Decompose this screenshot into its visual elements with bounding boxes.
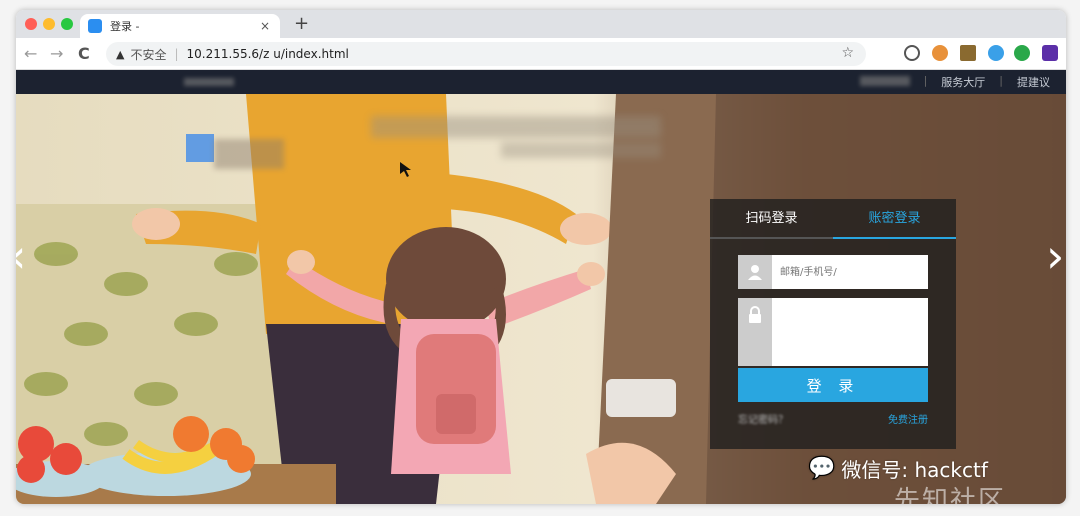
tab-close-button[interactable]: × (258, 19, 272, 33)
url-text: 10.211.55.6/z u/index.html (186, 47, 349, 61)
login-panel: 扫码登录 账密登录 登 录 忘记密码？ 免费注册 (710, 199, 956, 449)
xianzhi-logo: 先知社区 (894, 486, 1007, 504)
login-links: 忘记密码？ 免费注册 (738, 411, 928, 426)
lock-icon (738, 298, 772, 366)
username-input[interactable] (772, 255, 928, 289)
minimize-window-button[interactable] (43, 18, 55, 30)
watermark-text: 微信号: hackctf (841, 458, 988, 482)
tab-bar: 登录 - × + (16, 10, 1066, 38)
tab-qr-login[interactable]: 扫码登录 (710, 199, 833, 237)
login-button[interactable]: 登 录 (738, 368, 928, 402)
nav-divider: | (923, 74, 928, 87)
nav-link-service-hall[interactable]: 服务大厅 (941, 74, 985, 90)
bookmark-star-icon[interactable]: ☆ (841, 45, 854, 61)
next-slide-arrow[interactable]: › (1046, 229, 1064, 283)
tab-account-login[interactable]: 账密登录 (833, 199, 956, 239)
site-nav-links: | 服务大厅 | 提建议 (859, 74, 1050, 90)
register-link[interactable]: 免费注册 (888, 411, 928, 426)
cookie-extension-icon[interactable] (932, 45, 948, 61)
warning-triangle-icon: ▲ (116, 47, 125, 61)
nav-divider: | (999, 74, 1003, 87)
cloud-extension-icon[interactable] (988, 45, 1004, 61)
browser-toolbar: ← → C ▲ 不安全 | 10.211.55.6/z u/index.html… (16, 38, 1066, 70)
nav-link-redacted[interactable] (859, 76, 910, 86)
site-favicon-icon (88, 19, 102, 33)
omnibox-separator: | (174, 47, 179, 61)
username-field (738, 255, 928, 289)
user-icon (738, 255, 772, 289)
browser-tab[interactable]: 登录 - × (80, 14, 280, 38)
back-button[interactable]: ← (24, 44, 37, 63)
maximize-window-button[interactable] (61, 18, 73, 30)
password-field (738, 298, 928, 366)
login-tabs: 扫码登录 账密登录 (710, 199, 956, 239)
forward-button[interactable]: → (50, 44, 63, 63)
site-top-nav: | 服务大厅 | 提建议 (16, 70, 1066, 94)
reload-button[interactable]: C (78, 44, 90, 63)
password-input[interactable] (772, 298, 928, 366)
new-tab-button[interactable]: + (294, 13, 309, 34)
evernote-extension-icon[interactable] (1014, 45, 1030, 61)
browser-window: 登录 - × + ← → C ▲ 不安全 | 10.211.55.6/z u/i… (16, 10, 1066, 504)
translate-extension-icon[interactable] (960, 45, 976, 61)
prev-slide-arrow[interactable]: ‹ (16, 229, 26, 283)
site-logo-redacted (184, 78, 234, 86)
wechat-watermark: 💬 微信号: hackctf (808, 454, 988, 483)
forgot-password-link[interactable]: 忘记密码？ (738, 411, 788, 426)
tab-title: 登录 - (110, 20, 140, 33)
security-label: 不安全 (130, 47, 167, 62)
wechat-icon: 💬 (808, 456, 836, 481)
puzzle-extension-icon[interactable] (1042, 45, 1058, 61)
hero-banner: ‹ › 扫码登录 账密登录 登 录 忘记密码？ 免费注 (16, 94, 1066, 504)
address-bar[interactable]: ▲ 不安全 | 10.211.55.6/z u/index.html ☆ (106, 42, 866, 66)
close-window-button[interactable] (25, 18, 37, 30)
extension-icon[interactable] (904, 45, 920, 61)
nav-link-feedback[interactable]: 提建议 (1017, 74, 1050, 90)
